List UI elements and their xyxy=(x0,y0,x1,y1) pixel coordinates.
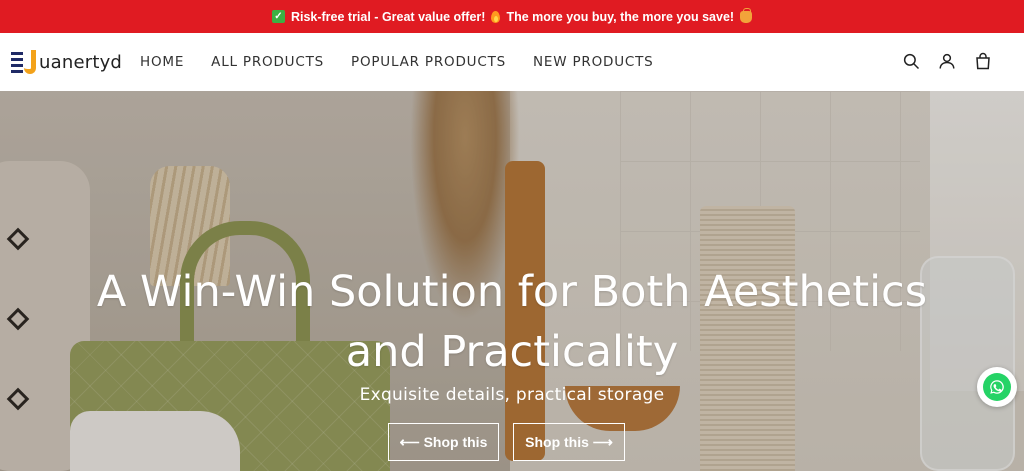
announcement-bar: ✓ Risk-free trial - Great value offer! T… xyxy=(0,0,1024,33)
fire-icon xyxy=(491,10,501,23)
nav-home[interactable]: HOME xyxy=(140,54,184,70)
whatsapp-chat-button[interactable] xyxy=(977,367,1017,407)
hero-title: A Win-Win Solution for Both Aesthetics a… xyxy=(96,267,928,377)
shop-this-button-2[interactable]: Shop this ⟶ xyxy=(513,423,625,461)
checkmark-icon: ✓ xyxy=(271,10,285,23)
nav-all-products[interactable]: ALL PRODUCTS xyxy=(211,54,324,70)
account-icon[interactable] xyxy=(938,52,956,70)
shop-this-button-1[interactable]: ⟵ Shop this xyxy=(388,423,499,461)
header-icons xyxy=(902,52,992,70)
nav-new-products[interactable]: NEW PRODUCTS xyxy=(533,54,654,70)
announcement-text-2: The more you buy, the more you save! xyxy=(506,9,735,24)
announcement-text-1: Risk-free trial - Great value offer! xyxy=(290,9,486,24)
money-bag-icon xyxy=(740,7,753,23)
brand-name: uanertyd xyxy=(39,51,123,73)
site-header: uanertyd HOME ALL PRODUCTS POPULAR PRODU… xyxy=(0,33,1024,91)
nav-popular-products[interactable]: POPULAR PRODUCTS xyxy=(351,54,506,70)
main-nav: HOME ALL PRODUCTS POPULAR PRODUCTS NEW P… xyxy=(140,33,681,91)
logo-mark-icon xyxy=(11,49,37,75)
search-icon[interactable] xyxy=(902,52,920,70)
brand-logo[interactable]: uanertyd xyxy=(11,49,122,75)
cart-icon[interactable] xyxy=(974,52,992,70)
whatsapp-icon xyxy=(983,373,1011,401)
hero-banner: A Win-Win Solution for Both Aesthetics a… xyxy=(0,91,1024,471)
hero-subtitle: Exquisite details, practical storage xyxy=(359,385,665,405)
